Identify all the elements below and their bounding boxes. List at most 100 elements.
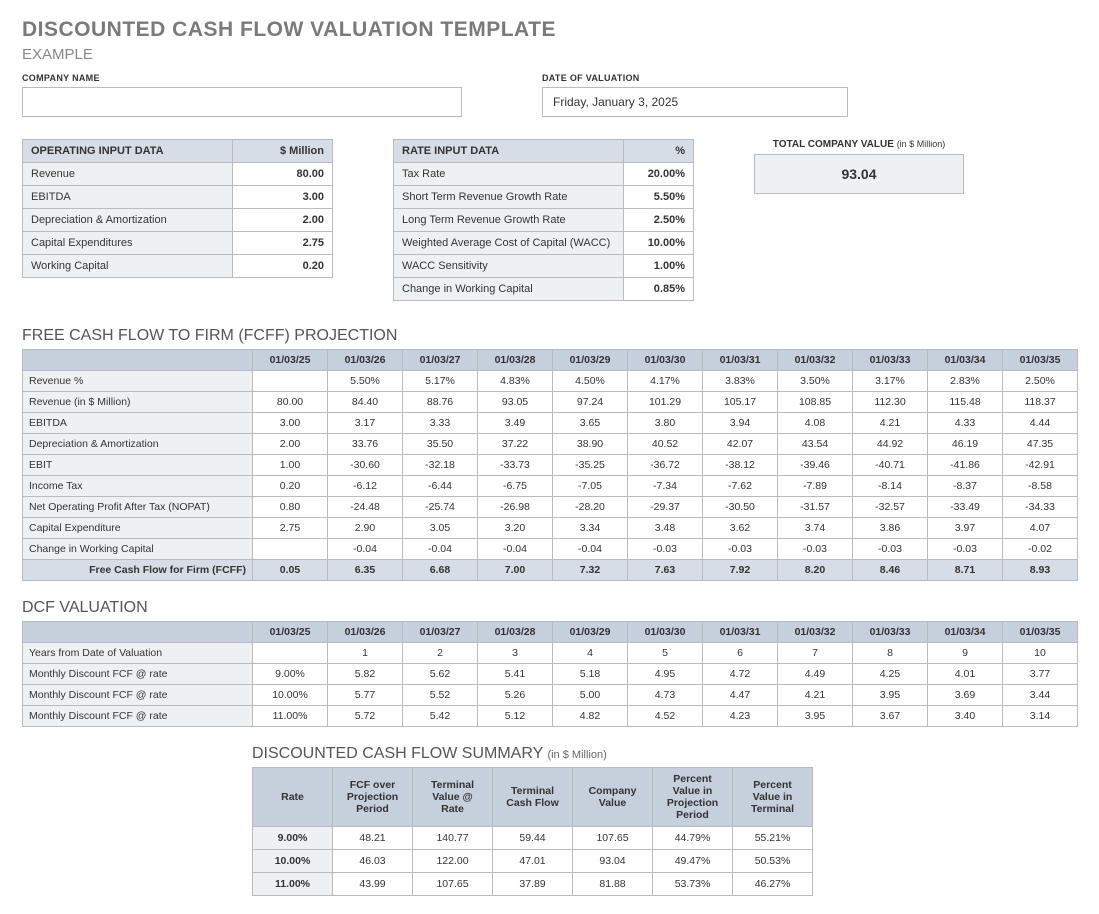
table-cell: 6 [703,643,778,664]
rate-input-table: RATE INPUT DATA % Tax Rate20.00%Short Te… [393,139,694,301]
table-cell: 3.44 [1003,685,1078,706]
table-total-cell: 8.20 [778,560,853,581]
date-header: 01/03/27 [403,350,478,371]
page-subtitle: EXAMPLE [22,46,1077,63]
operating-header-label: OPERATING INPUT DATA [23,140,233,163]
table-cell: 5.12 [478,706,553,727]
table-cell: 3.14 [1003,706,1078,727]
table-cell: 38.90 [553,434,628,455]
table-cell: 5.62 [403,664,478,685]
table-row-label: Income Tax [23,476,253,497]
table-row-label: Long Term Revenue Growth Rate [394,209,624,232]
date-header: 01/03/31 [703,350,778,371]
date-header: 01/03/32 [778,350,853,371]
table-cell: 3.17% [853,371,928,392]
table-cell: -32.18 [403,455,478,476]
table-cell: 93.05 [478,392,553,413]
table-cell: 88.76 [403,392,478,413]
table-cell: 3.05 [403,518,478,539]
table-cell: 3.20 [478,518,553,539]
table-cell: 42.07 [703,434,778,455]
table-cell: 3.77 [1003,664,1078,685]
table-cell: -0.03 [778,539,853,560]
summary-cell: 93.04 [573,850,653,873]
table-cell: 4.25 [853,664,928,685]
rate-header-unit: % [624,140,694,163]
table-cell: 37.22 [478,434,553,455]
table-row-label: Depreciation & Amortization [23,209,233,232]
company-name-label: COMPANY NAME [22,73,462,83]
table-cell: 5.41 [478,664,553,685]
summary-cell: 10.00% [253,850,333,873]
table-total-cell: 7.32 [553,560,628,581]
summary-cell: 53.73% [653,873,733,896]
summary-cell: 81.88 [573,873,653,896]
table-row-label: Capital Expenditure [23,518,253,539]
summary-header: Percent Value in Projection Period [653,768,733,827]
summary-cell: 43.99 [333,873,413,896]
table-total-cell: 7.92 [703,560,778,581]
table-cell: -32.57 [853,497,928,518]
table-cell: -0.04 [403,539,478,560]
table-cell: -6.44 [403,476,478,497]
date-header: 01/03/28 [478,350,553,371]
summary-header: Terminal Value @ Rate [413,768,493,827]
table-cell: 84.40 [328,392,403,413]
table-cell: 2.00 [253,434,328,455]
table-cell: 5.26 [478,685,553,706]
summary-cell: 11.00% [253,873,333,896]
table-cell: -30.50 [703,497,778,518]
summary-cell: 44.79% [653,827,733,850]
table-row-label: WACC Sensitivity [394,255,624,278]
date-of-valuation-input[interactable] [542,87,848,117]
table-cell: 3.95 [853,685,928,706]
dcf-table: 01/03/2501/03/2601/03/2701/03/2801/03/29… [22,621,1078,727]
summary-cell: 59.44 [493,827,573,850]
table-cell: 4.07 [1003,518,1078,539]
table-cell: -26.98 [478,497,553,518]
table-cell: 4.50% [553,371,628,392]
date-header: 01/03/35 [1003,350,1078,371]
table-row-value: 1.00% [624,255,694,278]
table-row-label: Monthly Discount FCF @ rate [23,706,253,727]
table-cell: 43.54 [778,434,853,455]
table-row-label: Revenue % [23,371,253,392]
table-cell: 3.94 [703,413,778,434]
table-row-value: 10.00% [624,232,694,255]
summary-header: Percent Value in Terminal [733,768,813,827]
company-name-input[interactable] [22,87,462,117]
table-cell: 3.48 [628,518,703,539]
table-row-label: Capital Expenditures [23,232,233,255]
table-cell: 3.97 [928,518,1003,539]
table-cell: 47.35 [1003,434,1078,455]
table-cell: -28.20 [553,497,628,518]
date-header: 01/03/26 [328,350,403,371]
summary-cell: 37.89 [493,873,573,896]
table-cell: 3.95 [778,706,853,727]
table-row-value: 0.85% [624,278,694,301]
table-cell: -40.71 [853,455,928,476]
table-cell: 4.49 [778,664,853,685]
table-cell: -33.73 [478,455,553,476]
table-cell: 0.80 [253,497,328,518]
table-cell: 5 [628,643,703,664]
date-header: 01/03/29 [553,350,628,371]
table-cell: 9 [928,643,1003,664]
table-cell: -24.48 [328,497,403,518]
table-cell: 3.83% [703,371,778,392]
table-cell: 2 [403,643,478,664]
summary-unit: (in $ Million) [547,749,606,761]
table-cell [253,643,328,664]
table-cell: 7 [778,643,853,664]
table-cell: 105.17 [703,392,778,413]
table-row-label: EBITDA [23,186,233,209]
table-cell: 4.83% [478,371,553,392]
date-header: 01/03/29 [553,622,628,643]
table-cell: -33.49 [928,497,1003,518]
tcv-label: TOTAL COMPANY VALUE [773,139,894,150]
table-cell: 3.17 [328,413,403,434]
summary-cell: 107.65 [573,827,653,850]
table-cell: 80.00 [253,392,328,413]
date-of-valuation-label: DATE OF VALUATION [542,73,848,83]
table-row-label: Weighted Average Cost of Capital (WACC) [394,232,624,255]
